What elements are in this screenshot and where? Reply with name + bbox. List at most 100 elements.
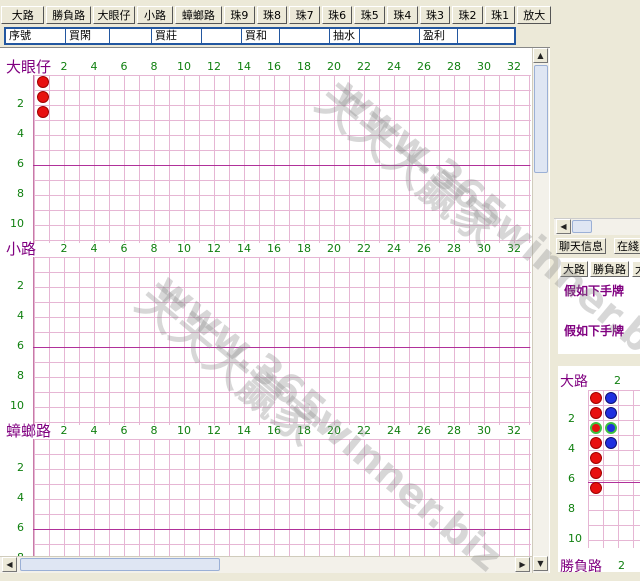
x-axis-tick: 12 [207, 242, 221, 255]
scroll-left-arrow-icon[interactable]: ◀ [2, 557, 17, 572]
x-axis-tick: 4 [90, 242, 98, 255]
y-axis-tick: 8 [17, 187, 24, 200]
header-cell [202, 29, 242, 43]
mini-road-y-tick: 10 [568, 532, 582, 545]
x-axis-tick: 10 [177, 424, 191, 437]
road-midline [33, 529, 530, 530]
y-axis-tick: 2 [17, 461, 24, 474]
mini-road-x-tick: 2 [614, 374, 621, 387]
mini-road: 大路 2 勝負路 2 2 4 6 8 10 [558, 366, 640, 572]
x-axis-tick: 14 [237, 60, 251, 73]
x-axis-tick: 24 [387, 242, 401, 255]
blue-road-dot [605, 407, 617, 419]
road-tab[interactable]: 珠2 [452, 6, 483, 24]
horizontal-scrollbar[interactable]: ◀ ▶ [0, 556, 532, 573]
x-axis-tick: 14 [237, 242, 251, 255]
road-tab[interactable]: 勝負路 [46, 6, 91, 24]
road-tab[interactable]: 珠9 [224, 6, 255, 24]
y-axis-tick: 6 [17, 521, 24, 534]
header-cell: 買和 [242, 29, 280, 43]
x-axis-tick: 16 [267, 242, 281, 255]
x-axis-tick: 22 [357, 424, 371, 437]
x-axis-tick: 28 [447, 242, 461, 255]
x-axis-tick: 32 [507, 242, 521, 255]
x-axis-tick: 24 [387, 424, 401, 437]
x-axis-tick: 20 [327, 242, 341, 255]
hscroll-thumb[interactable] [20, 558, 220, 571]
road-tab[interactable]: 蟑螂路 [174, 6, 223, 24]
y-axis-tick: 6 [17, 339, 24, 352]
x-axis-tick: 6 [120, 60, 128, 73]
x-axis-tick: 6 [120, 424, 128, 437]
tab-chat-info[interactable]: 聊天信息 [556, 238, 606, 254]
scroll-down-arrow-icon[interactable]: ▼ [533, 556, 548, 571]
x-axis-tick: 22 [357, 242, 371, 255]
chat-message: 假如下手牌 [564, 284, 625, 298]
x-axis-tick: 20 [327, 424, 341, 437]
road-midline [33, 165, 530, 166]
road-tab[interactable]: 珠8 [256, 6, 288, 24]
mini-road-bottom-x-tick: 2 [618, 559, 625, 572]
red-road-dot [37, 91, 49, 103]
red-road-dot [37, 106, 49, 118]
header-cell [280, 29, 330, 43]
side-tab-win-lose-road[interactable]: 勝負路 [590, 261, 629, 277]
road-tab[interactable]: 珠5 [354, 6, 386, 24]
vertical-scrollbar[interactable]: ▲ ▼ [532, 48, 549, 573]
y-axis-tick: 10 [10, 399, 24, 412]
red-road-dot [590, 392, 602, 404]
chat-message: 假如下手牌 [564, 324, 625, 338]
x-axis-tick: 28 [447, 60, 461, 73]
side-scroll-thumb[interactable] [572, 220, 592, 233]
x-axis-tick: 20 [327, 60, 341, 73]
road-tab[interactable]: 珠7 [289, 6, 320, 24]
road-tab[interactable]: 放大 [517, 6, 551, 24]
chat-area: 大路 勝負路 大 假如下手牌 假如下手牌 [558, 258, 640, 354]
scroll-right-arrow-icon[interactable]: ▶ [515, 557, 530, 572]
y-axis-tick: 2 [17, 279, 24, 292]
x-axis-tick: 26 [417, 60, 431, 73]
road-grid [33, 257, 531, 425]
header-cell: 買閑 [66, 29, 110, 43]
side-scroll-left-icon[interactable]: ◀ [556, 219, 571, 234]
x-axis-tick: 30 [477, 424, 491, 437]
mini-road-bottom-label: 勝負路 [560, 559, 602, 572]
mini-road-label: 大路 [560, 374, 588, 390]
x-axis-tick: 8 [150, 242, 158, 255]
road-tab[interactable]: 珠3 [419, 6, 451, 24]
x-axis-tick: 2 [60, 60, 68, 73]
x-axis-tick: 12 [207, 424, 221, 437]
x-axis-tick: 26 [417, 242, 431, 255]
x-axis-tick: 32 [507, 60, 521, 73]
side-tab-more[interactable]: 大 [632, 261, 640, 277]
scroll-thumb[interactable] [534, 65, 548, 173]
header-cell [360, 29, 420, 43]
x-axis-tick: 30 [477, 242, 491, 255]
scroll-up-arrow-icon[interactable]: ▲ [533, 48, 548, 63]
road-grid [33, 75, 531, 243]
header-cell [458, 29, 514, 43]
road-tab[interactable]: 珠6 [321, 6, 353, 24]
x-axis-tick: 6 [120, 242, 128, 255]
x-axis-tick: 18 [297, 60, 311, 73]
road-tab[interactable]: 大路 [1, 6, 45, 24]
side-scrollbar[interactable]: ◀ [554, 218, 640, 235]
x-axis-tick: 14 [237, 424, 251, 437]
x-axis-tick: 18 [297, 242, 311, 255]
y-axis-tick: 6 [17, 157, 24, 170]
blue-road-dot [605, 392, 617, 404]
x-axis-tick: 8 [150, 60, 158, 73]
tab-online[interactable]: 在綫 [614, 238, 640, 254]
road-tab[interactable]: 珠1 [484, 6, 516, 24]
road-grid [33, 439, 531, 573]
side-tab-big-road[interactable]: 大路 [560, 261, 588, 277]
x-axis-tick: 26 [417, 424, 431, 437]
y-axis-tick: 4 [17, 309, 24, 322]
red-road-dot [37, 76, 49, 88]
road-tab[interactable]: 大眼仔 [92, 6, 136, 24]
road-tab[interactable]: 珠4 [387, 6, 418, 24]
road-section-label: 蟑螂路 [6, 422, 52, 440]
red-road-dot [590, 467, 602, 479]
road-tab[interactable]: 小路 [137, 6, 173, 24]
y-axis-tick: 8 [17, 369, 24, 382]
